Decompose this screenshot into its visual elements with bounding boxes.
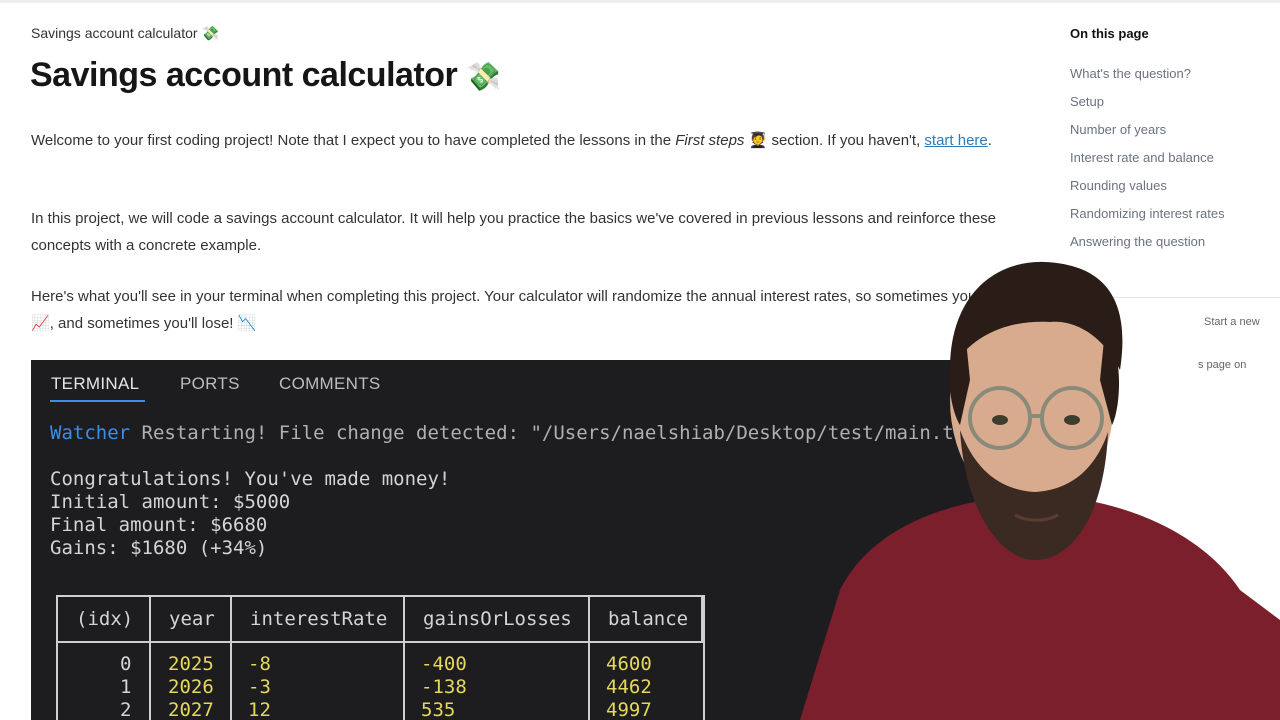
presenter-webcam-overlay bbox=[800, 261, 1280, 720]
table-cell-year: 2027 bbox=[168, 699, 214, 720]
table-cell-balance: 4600 bbox=[606, 653, 652, 675]
output-line-2: Initial amount: $5000 bbox=[50, 491, 291, 513]
table-cell-gains-or-losses: -400 bbox=[421, 653, 467, 675]
toc-title: On this page bbox=[1070, 26, 1149, 41]
tab-comments[interactable]: COMMENTS bbox=[279, 374, 381, 394]
results-table: (idx) year interestRate gainsOrLosses ba… bbox=[56, 595, 705, 720]
intro-paragraph-1: Welcome to your first coding project! No… bbox=[31, 127, 1016, 154]
money-emoji-icon: 💸 bbox=[201, 26, 219, 42]
breadcrumb-text: Savings account calculator bbox=[31, 25, 198, 41]
table-header-gains-or-losses: gainsOrLosses bbox=[405, 597, 590, 641]
table-cell-idx: 2 bbox=[120, 699, 132, 720]
table-cell-gains-or-losses: 535 bbox=[421, 699, 456, 720]
watcher-label: Watcher bbox=[50, 422, 131, 444]
toc-item-setup[interactable]: Setup bbox=[1070, 92, 1280, 120]
table-header-idx: (idx) bbox=[58, 597, 151, 641]
page-title-text: Savings account calculator bbox=[30, 56, 458, 94]
table-header-interest-rate: interestRate bbox=[232, 597, 405, 641]
intro-paragraph-2: In this project, we will code a savings … bbox=[31, 210, 997, 254]
table-cell-balance: 4997 bbox=[606, 699, 652, 720]
output-line-1: Congratulations! You've made money! bbox=[50, 468, 451, 490]
table-header-balance: balance bbox=[590, 597, 703, 641]
table-cell-year: 2025 bbox=[168, 653, 214, 675]
toc-item-whats-the-question[interactable]: What's the question? bbox=[1070, 64, 1280, 92]
toc-item-rounding-values[interactable]: Rounding values bbox=[1070, 176, 1280, 204]
tab-ports[interactable]: PORTS bbox=[180, 374, 240, 394]
start-here-link[interactable]: start here bbox=[924, 132, 987, 149]
tab-terminal[interactable]: TERMINAL bbox=[51, 374, 139, 394]
table-col-rule bbox=[149, 641, 151, 720]
table-cell-year: 2026 bbox=[168, 676, 214, 698]
money-emoji-icon: 💸 bbox=[466, 60, 501, 93]
output-line-3: Final amount: $6680 bbox=[50, 514, 268, 536]
chart-down-emoji-icon: 📉 bbox=[237, 314, 257, 332]
table-cell-idx: 0 bbox=[120, 653, 132, 675]
table-col-rule bbox=[588, 641, 590, 720]
table-col-rule bbox=[403, 641, 405, 720]
table-cell-gains-or-losses: -138 bbox=[421, 676, 467, 698]
toc-item-answering-the-question[interactable]: Answering the question bbox=[1070, 232, 1280, 260]
toc-item-number-of-years[interactable]: Number of years bbox=[1070, 120, 1280, 148]
toc-item-randomizing-interest-rates[interactable]: Randomizing interest rates bbox=[1070, 204, 1280, 232]
breadcrumb[interactable]: Savings account calculator 💸 bbox=[31, 25, 219, 42]
output-line-4: Gains: $1680 (+34%) bbox=[50, 537, 268, 559]
table-header-rule bbox=[58, 641, 703, 643]
top-rule bbox=[0, 0, 1280, 3]
page-title: Savings account calculator 💸 bbox=[30, 56, 501, 95]
table-cell-interest-rate: -3 bbox=[248, 676, 271, 698]
table-of-contents: On this page What's the question? Setup … bbox=[1070, 26, 1280, 260]
table-cell-interest-rate: 12 bbox=[248, 699, 271, 720]
table-cell-idx: 1 bbox=[120, 676, 132, 698]
table-header-year: year bbox=[151, 597, 232, 641]
first-steps-italic: First steps bbox=[675, 132, 745, 149]
table-cell-balance: 4462 bbox=[606, 676, 652, 698]
student-emoji-icon: 🧑‍🎓 bbox=[748, 131, 768, 149]
active-tab-indicator bbox=[50, 400, 145, 402]
table-col-rule bbox=[230, 641, 232, 720]
chart-up-emoji-icon: 📈 bbox=[31, 314, 50, 332]
table-cell-interest-rate: -8 bbox=[248, 653, 271, 675]
toc-item-interest-rate-and-balance[interactable]: Interest rate and balance bbox=[1070, 148, 1280, 176]
